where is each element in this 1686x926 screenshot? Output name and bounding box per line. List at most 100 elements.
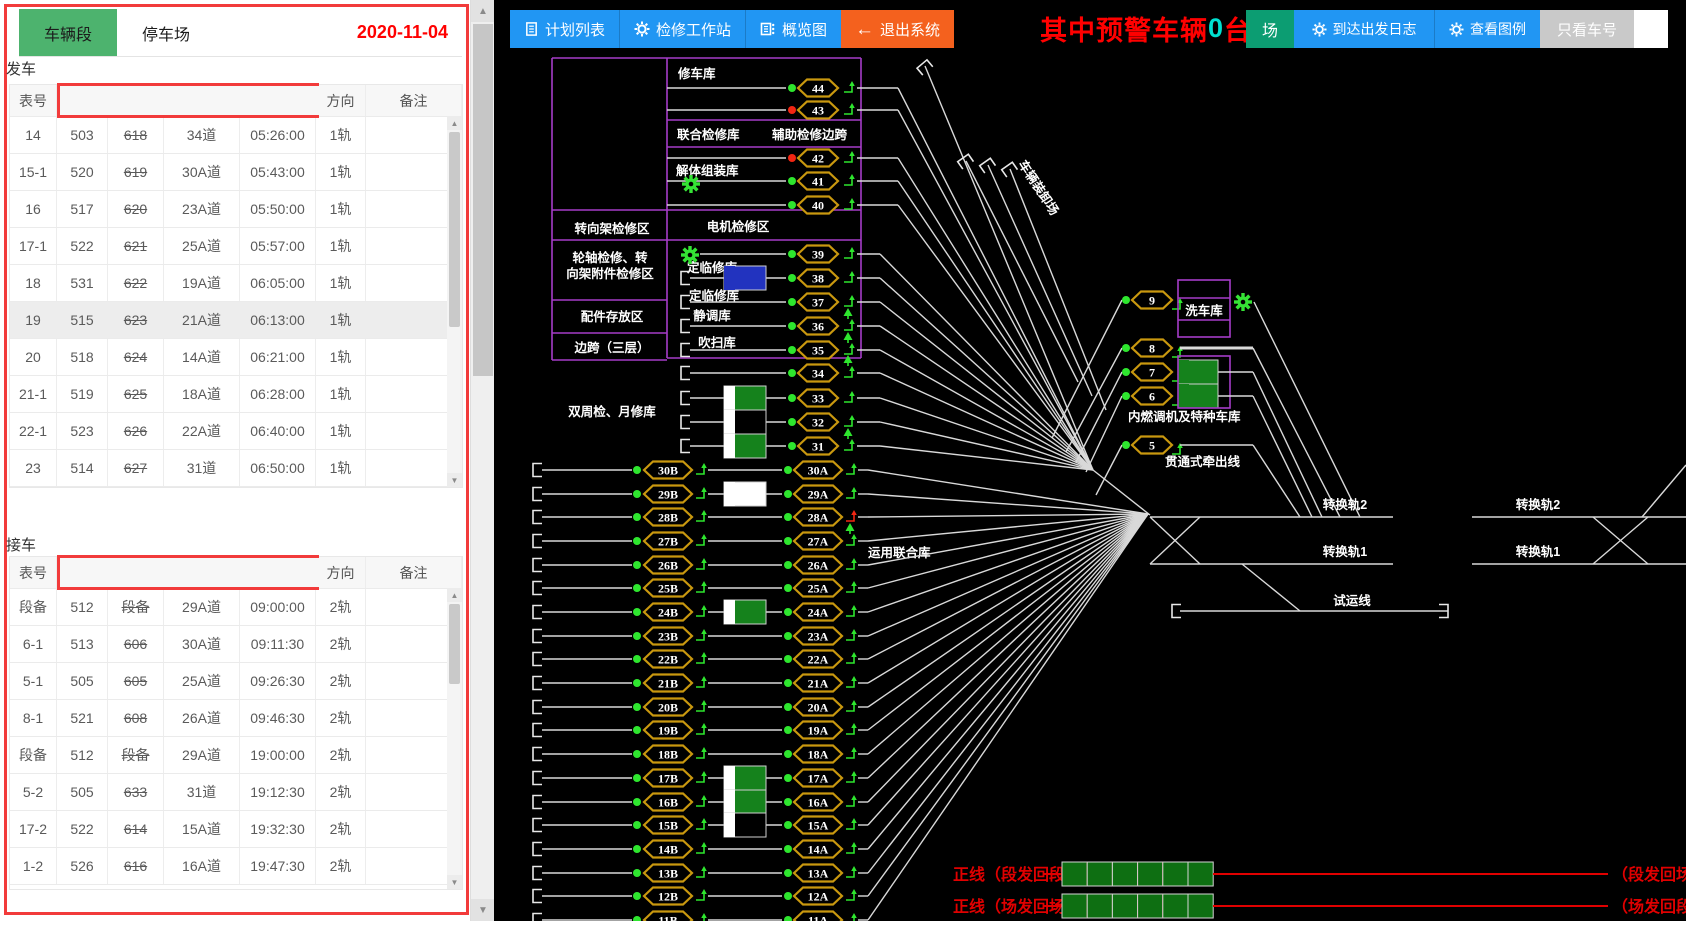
table-cell: 21-1 [10,376,57,412]
scrollbar-thumb[interactable] [449,604,460,684]
table-row[interactable]: 5-150560525A道09:26:302轨 [10,663,462,700]
table-cell: 段备 [10,589,57,625]
table-scrollbar[interactable]: ▲▼ [447,116,462,487]
table-cell: 521 [57,700,108,736]
track-badge-number: 15B [658,818,678,832]
column-header: 车号 [57,85,108,116]
column-header: 车次 [108,557,164,588]
gear-icon [1449,22,1464,37]
train-car-box[interactable] [724,813,766,837]
arrival-departure-log-button[interactable]: 到达出发日志 [1294,10,1434,48]
scroll-up-icon[interactable]: ▲ [471,0,495,22]
table-row[interactable]: 1651762023A道05:50:001轨 [10,191,462,228]
table-row[interactable]: 5-250563331道19:12:302轨 [10,774,462,811]
scroll-up-icon[interactable]: ▲ [447,116,462,130]
view-legend-button[interactable]: 查看图例 [1434,10,1540,48]
table-cell: 18 [10,265,57,301]
panel-scrollbar[interactable]: ▲ ▼ [470,0,495,921]
track-badge-number: 19B [658,723,678,737]
train-car-box[interactable] [724,766,766,790]
mainline-train-box[interactable] [1087,862,1112,886]
track-badge-number: 34 [812,366,824,380]
track-badge-number: 33 [812,391,824,405]
train-car-box[interactable] [724,600,766,624]
mainline-train-box[interactable] [1062,862,1087,886]
plan-list-button[interactable]: 计划列表 [510,10,619,48]
table-row[interactable]: 1951562321A道06:13:001轨 [10,302,462,339]
track-badge-number: 39 [812,247,824,261]
scroll-up-icon[interactable]: ▲ [447,588,462,602]
table-row[interactable]: 15-152061930A道05:43:001轨 [10,154,462,191]
mainline-train-box[interactable] [1087,894,1112,918]
mainline-train-box[interactable] [1138,894,1163,918]
train-car-box[interactable] [1178,384,1218,408]
mainline-train-box[interactable] [1163,894,1188,918]
table-cell: 523 [57,413,108,449]
table-row[interactable]: 8-152160826A道09:46:302轨 [10,700,462,737]
document-icon [524,21,539,37]
train-car-box[interactable] [724,482,766,506]
mainline-train-box[interactable] [1163,862,1188,886]
diagram-label: 贯通式牵出线 [1165,454,1241,469]
table-row[interactable]: 17-252261415A道19:32:302轨 [10,811,462,848]
table-row[interactable]: 22-152362622A道06:40:001轨 [10,413,462,450]
table-row[interactable]: 段备512段备29A道19:00:002轨 [10,737,462,774]
track-badge-number: 41 [812,174,824,188]
gear-indicator-icon [682,175,700,193]
mainline-train-box[interactable] [1112,862,1137,886]
depot-tabbar: 车辆段 停车场 2020-11-04 [19,9,462,57]
table-row[interactable]: 17-152262125A道05:57:001轨 [10,228,462,265]
table-row[interactable]: 1-252661616A道19:47:302轨 [10,848,462,885]
train-car-box[interactable] [724,386,766,410]
tab-parking[interactable]: 停车场 [117,9,215,56]
table-scrollbar[interactable]: ▲▼ [447,588,462,889]
train-car-box[interactable] [724,434,766,458]
table-row[interactable]: 2351462731道06:50:001轨 [10,450,462,487]
mainline-train-box[interactable] [1112,894,1137,918]
tab-depot[interactable]: 车辆段 [19,9,117,56]
scroll-down-icon[interactable]: ▼ [471,899,495,921]
scrollbar-thumb[interactable] [473,24,493,376]
table-cell: 1轨 [316,450,366,486]
diagram-label: 向架附件检修区 [566,266,654,281]
yard-button[interactable]: 场 [1246,10,1294,48]
only-car-number-button[interactable]: 只看车号 [1540,10,1634,48]
table-cell: 522 [57,228,108,264]
mainline-label: （段发回场） [1612,865,1686,884]
track-badge-number: 29A [808,487,829,501]
table-cell: 633 [108,774,164,810]
scrollbar-thumb[interactable] [449,132,460,327]
scroll-down-icon[interactable]: ▼ [447,875,462,889]
train-car-box[interactable] [724,266,766,290]
mainline-train-box[interactable] [1138,862,1163,886]
column-header: 回库股道 [164,557,240,588]
table-cell: 30A道 [164,626,240,662]
table-header-row: 表号车号车次出库股道出段时间方向备注 [10,85,462,117]
table-cell: 1轨 [316,376,366,412]
train-car-box[interactable] [1178,360,1218,384]
table-cell: 19:12:30 [240,774,316,810]
table-cell: 1轨 [316,302,366,338]
button-label: 概览图 [782,19,827,40]
repair-workstation-button[interactable]: 检修工作站 [619,10,745,48]
track-badge-number: 44 [812,81,824,95]
table-row[interactable]: 2051862414A道06:21:001轨 [10,339,462,376]
table-row[interactable]: 21-151962518A道06:28:001轨 [10,376,462,413]
column-header: 方向 [316,85,366,116]
mainline-train-box[interactable] [1188,894,1213,918]
table-row[interactable]: 6-151360630A道09:11:302轨 [10,626,462,663]
train-car-box[interactable] [724,790,766,814]
overview-button[interactable]: 概览图 [745,10,841,48]
train-car-box[interactable] [724,410,766,434]
table-row[interactable]: 段备512段备29A道09:00:002轨 [10,589,462,626]
exit-system-button[interactable]: ← 退出系统 [841,10,954,48]
table-row[interactable]: 1450361834道05:26:001轨 [10,117,462,154]
schedule-panel-border: 车辆段 停车场 2020-11-04 发车 表号车号车次出库股道出段时间方向备注… [4,4,469,915]
mainline-train-box[interactable] [1188,862,1213,886]
scroll-down-icon[interactable]: ▼ [447,473,462,487]
table-row[interactable]: 1853162219A道06:05:001轨 [10,265,462,302]
mainline-train-box[interactable] [1062,894,1087,918]
date-label: 2020-11-04 [357,9,462,56]
table-cell: 605 [108,663,164,699]
table-cell: 2轨 [316,737,366,773]
